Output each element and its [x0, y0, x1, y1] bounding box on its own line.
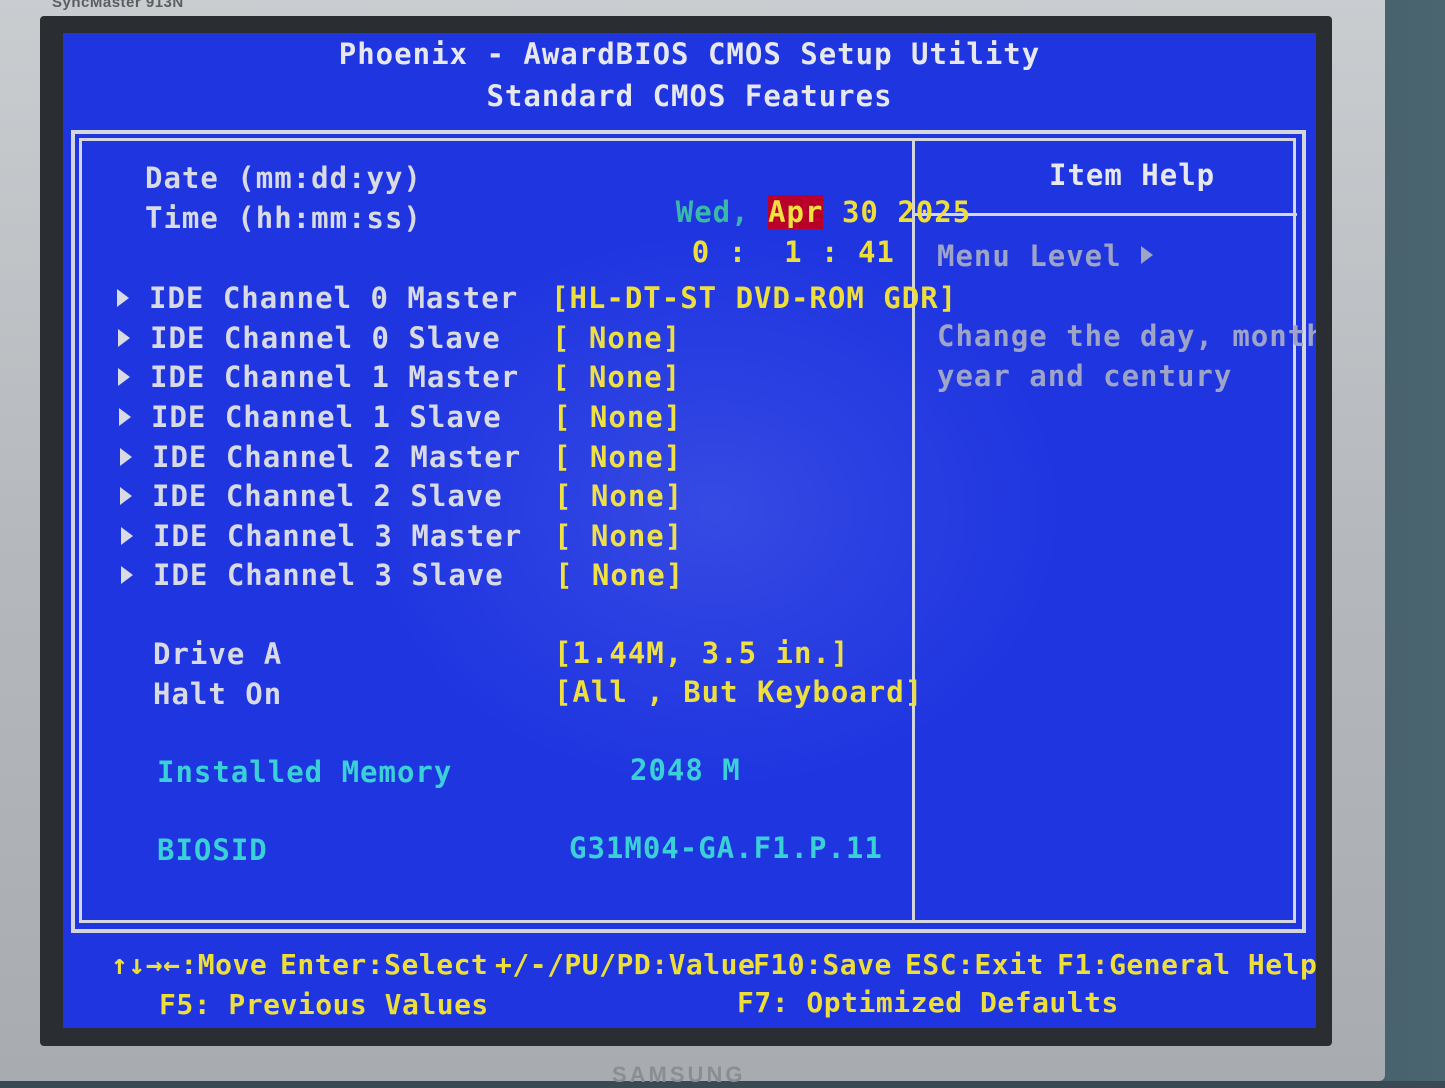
ide-channel-label: IDE Channel 2 Master: [152, 440, 522, 474]
time-label: Time (hh:mm:ss): [145, 201, 422, 235]
ide-channel-value: [ None]: [555, 558, 685, 592]
date-label: Date (mm:dd:yy): [145, 161, 422, 195]
menu-level-arrow-icon: [1141, 246, 1153, 264]
submenu-arrow-icon: [118, 329, 130, 347]
help-text-line-2: year and century: [937, 359, 1233, 393]
ide-channel-label: IDE Channel 1 Slave: [151, 400, 502, 434]
submenu-arrow-icon: [118, 368, 130, 386]
key-general-help: F1:General Help: [1057, 948, 1316, 981]
ide-channel-label: IDE Channel 3 Slave: [153, 558, 504, 592]
submenu-arrow-icon: [120, 487, 132, 505]
ide-channel-value: [ None]: [554, 519, 684, 553]
time-hours[interactable]: 0: [692, 235, 710, 269]
ide-channel-label: IDE Channel 3 Master: [153, 519, 523, 553]
ide-channel-value: [ None]: [552, 360, 682, 394]
halt-on-label: Halt On: [153, 677, 283, 711]
biosid-value: G31M04-GA.F1.P.11: [569, 831, 883, 865]
bios-title: Phoenix - AwardBIOS CMOS Setup Utility: [338, 37, 1041, 71]
submenu-arrow-icon: [117, 289, 129, 307]
installed-memory-value: 2048 M: [630, 753, 741, 787]
monitor-model-label: SyncMaster 913N: [52, 0, 184, 11]
submenu-arrow-icon: [121, 566, 133, 584]
ide-channel-value: [HL-DT-ST DVD-ROM GDR]: [551, 281, 958, 315]
key-save: F10:Save: [753, 948, 892, 981]
submenu-arrow-icon: [121, 527, 133, 545]
installed-memory-label: Installed Memory: [157, 755, 453, 789]
time-seconds[interactable]: 41: [858, 235, 895, 269]
ide-channel-label: IDE Channel 0 Slave: [150, 321, 501, 355]
key-select: Enter:Select: [280, 948, 489, 981]
ide-channel-value: [ None]: [553, 440, 683, 474]
ide-channel-label: IDE Channel 1 Master: [150, 360, 520, 394]
bios-screen: Phoenix - AwardBIOS CMOS Setup Utility S…: [63, 33, 1316, 1028]
submenu-arrow-icon: [120, 448, 132, 466]
help-title-divider: [915, 213, 1297, 216]
page-title: Standard CMOS Features: [486, 79, 893, 113]
help-text-line-1: Change the day, month,: [937, 319, 1316, 353]
ide-channel-value: [ None]: [552, 321, 682, 355]
key-exit: ESC:Exit: [905, 948, 1044, 981]
ide-channel-value: [ None]: [553, 400, 683, 434]
key-move: ↑↓→←:Move: [111, 948, 268, 981]
monitor-frame: SyncMaster 913N SAMSUNG Phoenix - AwardB…: [0, 0, 1385, 1087]
key-previous-values: F5: Previous Values: [159, 988, 489, 1021]
drive-a-label: Drive A: [153, 637, 283, 671]
ide-channel-value: [ None]: [554, 479, 684, 513]
key-value: +/-/PU/PD:Value: [495, 948, 756, 981]
key-optimized-defaults: F7: Optimized Defaults: [737, 986, 1119, 1019]
item-help-title: Item Help: [1049, 158, 1216, 192]
submenu-arrow-icon: [119, 408, 131, 426]
ide-channel-label: IDE Channel 2 Slave: [152, 479, 503, 513]
halt-on-value: [All , But Keyboard]: [554, 675, 924, 709]
monitor-brand-label: SAMSUNG: [612, 1062, 746, 1087]
biosid-label: BIOSID: [157, 833, 268, 867]
drive-a-value: [1.44M, 3.5 in.]: [554, 636, 850, 670]
date-year[interactable]: 2025: [897, 195, 971, 229]
time-minutes[interactable]: 1: [784, 235, 802, 269]
ide-channel-label: IDE Channel 0 Master: [149, 281, 519, 315]
menu-level-label: Menu Level: [937, 239, 1122, 273]
